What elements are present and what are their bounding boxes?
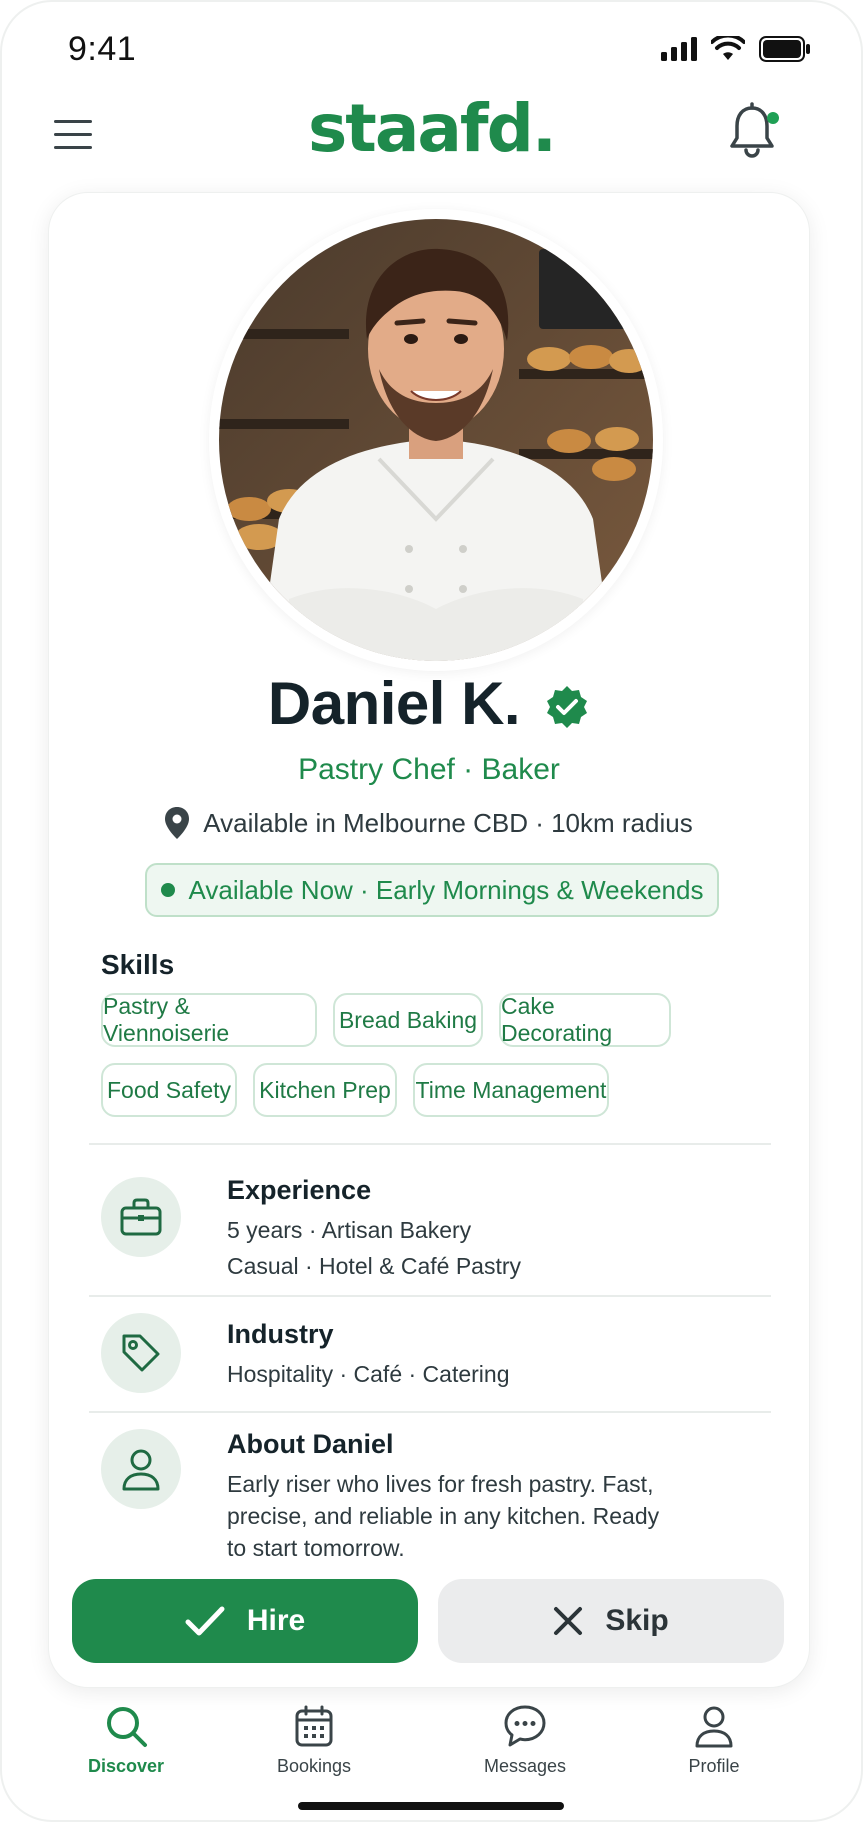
search-icon (107, 1707, 147, 1747)
phone-screen: 9:41 staafd. Daniel K. Pastry Chef · Bak… (0, 0, 863, 1822)
location-row: Available in Melbourne CBD · 10km radius (49, 807, 809, 839)
user-icon (122, 1449, 160, 1491)
notification-dot (767, 112, 779, 124)
tag-icon (122, 1334, 160, 1372)
availability-dot (160, 883, 175, 897)
profile-card: Daniel K. Pastry Chef · Baker Available … (48, 192, 810, 1688)
candidate-roles: Pastry Chef · Baker (298, 753, 560, 786)
candidate-name: Daniel K. (267, 670, 521, 737)
experience-section: Experience 5 years · Artisan Bakery Casu… (89, 1159, 771, 1279)
check-icon (185, 1606, 225, 1636)
about-icon-wrap (101, 1429, 181, 1509)
close-icon (554, 1607, 583, 1635)
bell-icon (730, 102, 774, 158)
chef-photo (219, 219, 653, 661)
calendar-icon (295, 1705, 333, 1747)
skill-chip[interactable]: Pastry & Viennoiserie (101, 993, 317, 1047)
signal-icon (661, 37, 697, 61)
nav-messages[interactable]: Messages (445, 1704, 605, 1777)
user-icon (695, 1706, 733, 1748)
nav-profile-label: Profile (688, 1756, 740, 1776)
name-row: Daniel K. (49, 669, 809, 738)
home-indicator[interactable] (298, 1802, 564, 1810)
divider (89, 1411, 771, 1413)
nav-discover[interactable]: Discover (46, 1704, 206, 1777)
experience-line-1: 5 years · Artisan Bakery (227, 1217, 472, 1243)
notifications-button[interactable] (727, 102, 783, 162)
availability-badge: Available Now · Early Mornings & Weekend… (145, 863, 719, 917)
battery-icon (759, 36, 810, 62)
chat-icon (504, 1705, 546, 1747)
status-time: 9:41 (68, 30, 137, 68)
nav-messages-label: Messages (483, 1756, 567, 1776)
hire-button[interactable]: Hire (72, 1579, 418, 1663)
skill-chip[interactable]: Cake Decorating (499, 993, 671, 1047)
status-bar: 9:41 (2, 2, 861, 102)
nav-bookings-label: Bookings (276, 1756, 352, 1776)
about-section: About Daniel Early riser who lives for f… (89, 1429, 771, 1569)
skill-chip[interactable]: Time Management (413, 1063, 609, 1117)
about-line-2: precise, and reliable in any kitchen. Re… (227, 1503, 660, 1529)
about-line-1: Early riser who lives for fresh pastry. … (227, 1471, 654, 1497)
wifi-icon (711, 36, 745, 60)
skip-label: Skip (605, 1604, 669, 1637)
briefcase-icon (120, 1198, 162, 1236)
app-header: staafd. (2, 90, 861, 192)
nav-bookings[interactable]: Bookings (234, 1704, 394, 1777)
status-icons (661, 36, 811, 62)
experience-title: Experience (227, 1175, 372, 1205)
industry-section: Industry Hospitality · Café · Catering (89, 1309, 771, 1409)
location-text: Available in Melbourne CBD · 10km radius (203, 807, 693, 838)
availability-text: Available Now · Early Mornings & Weekend… (188, 874, 704, 905)
about-line-3: to start tomorrow. (227, 1535, 405, 1561)
skill-chip[interactable]: Food Safety (101, 1063, 237, 1117)
avatar (219, 219, 653, 661)
hire-label: Hire (246, 1604, 306, 1637)
industry-title: Industry (227, 1319, 334, 1349)
industry-icon-wrap (101, 1313, 181, 1393)
nav-discover-label: Discover (87, 1756, 165, 1776)
skills-heading: Skills (101, 949, 175, 980)
location-pin-icon (165, 807, 190, 839)
bottom-nav: Discover Bookings Messages Profile (2, 1692, 861, 1802)
skill-chip[interactable]: Kitchen Prep (253, 1063, 397, 1117)
nav-profile[interactable]: Profile (634, 1704, 794, 1777)
industry-line: Hospitality · Café · Catering (227, 1361, 510, 1387)
skip-button[interactable]: Skip (438, 1579, 784, 1663)
skill-chip[interactable]: Bread Baking (333, 993, 483, 1047)
experience-icon-wrap (101, 1177, 181, 1257)
divider (89, 1143, 771, 1145)
avatar-frame (209, 209, 663, 671)
divider (89, 1295, 771, 1297)
about-title: About Daniel (227, 1429, 394, 1459)
experience-line-2: Casual · Hotel & Café Pastry (227, 1253, 522, 1279)
verified-badge-icon (547, 685, 588, 728)
